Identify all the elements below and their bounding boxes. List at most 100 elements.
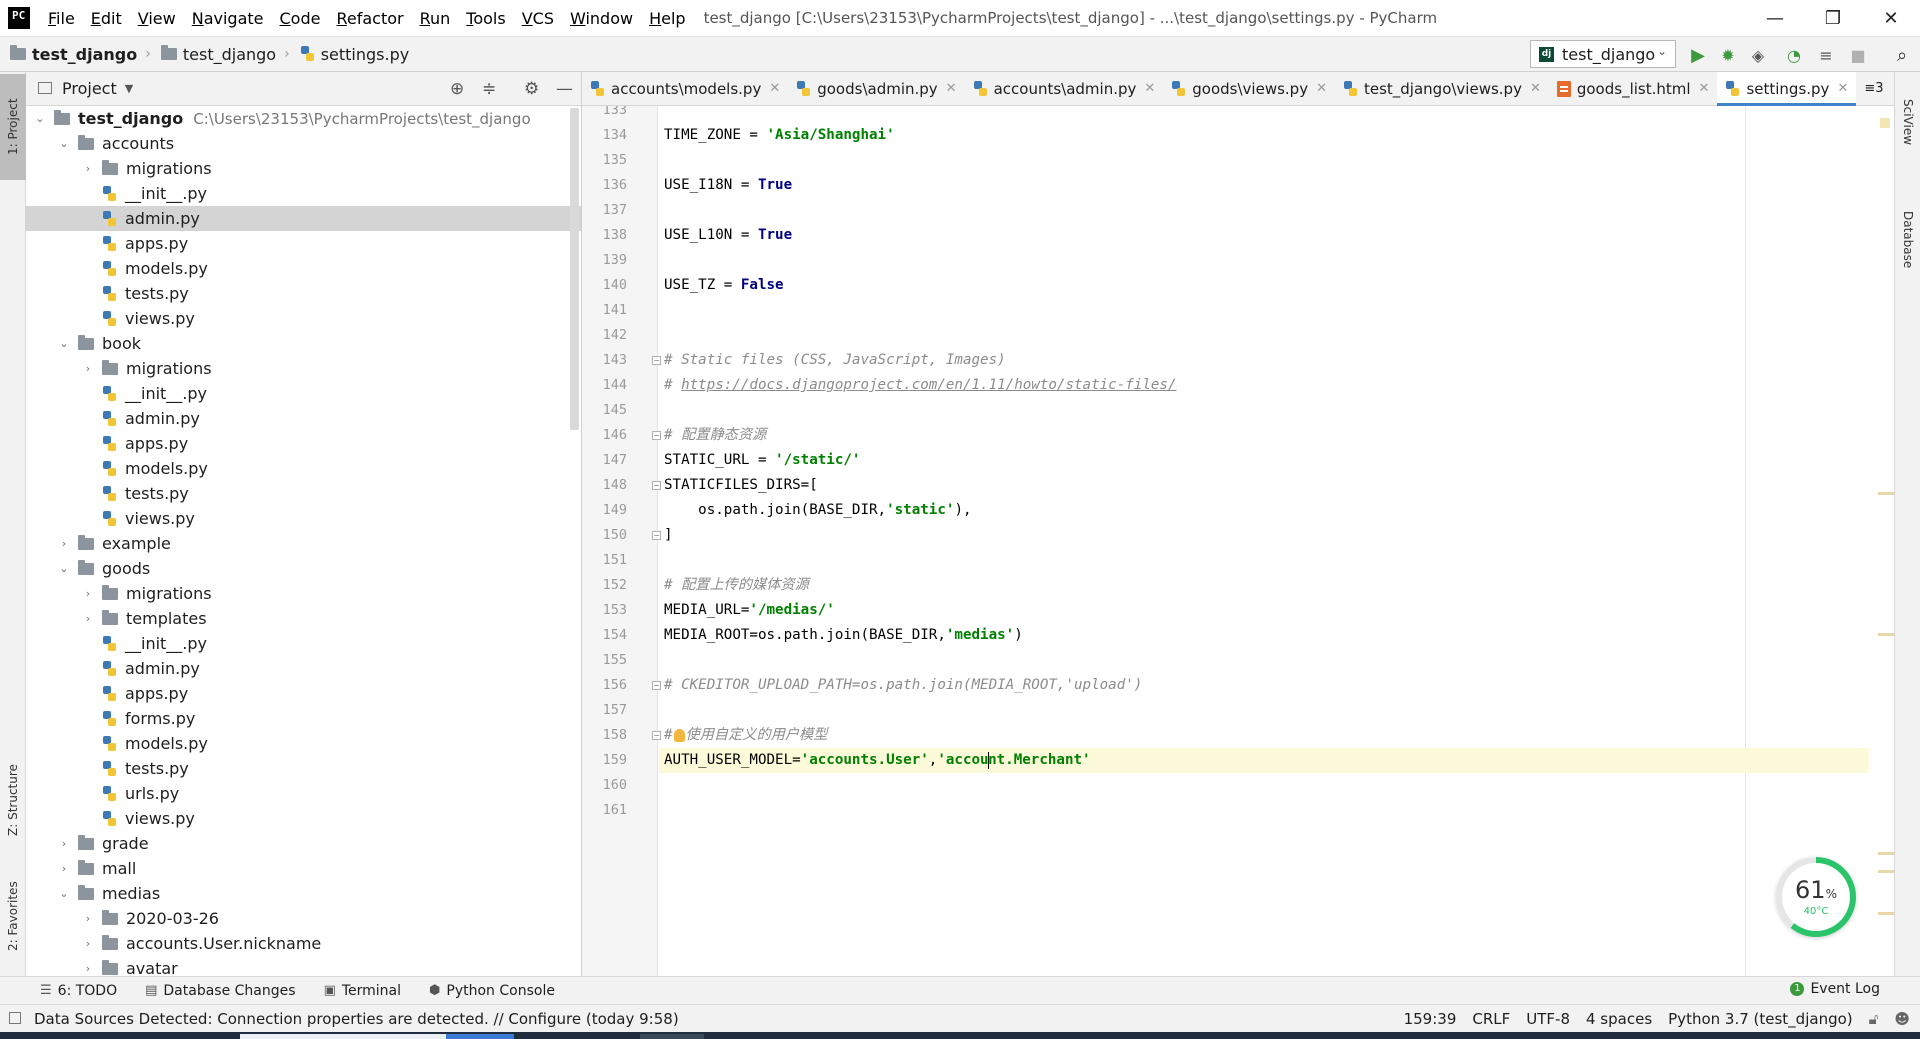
error-stripe-mark[interactable]	[1878, 633, 1894, 636]
tree-file[interactable]: ›models.py	[26, 456, 581, 481]
code-line[interactable]: USE_TZ = False	[664, 273, 784, 298]
tool-window-database[interactable]: Database	[1895, 190, 1920, 290]
code-line[interactable]: # 配置静态资源	[664, 423, 766, 448]
tool-window-project[interactable]: 1: Project	[0, 74, 26, 180]
menu-help[interactable]: Help	[641, 9, 693, 28]
tool-window-database-changes[interactable]: ▤ Database Changes	[145, 983, 295, 999]
breadcrumb-project[interactable]: test_django ›	[10, 45, 151, 64]
code-line[interactable]: # https://docs.djangoproject.com/en/1.11…	[664, 373, 1177, 398]
error-stripe-mark[interactable]	[1878, 912, 1894, 915]
inspector-icon[interactable]: ☻	[1894, 1010, 1910, 1028]
tree-folder[interactable]: › example	[26, 531, 581, 556]
tree-file[interactable]: ›urls.py	[26, 781, 581, 806]
tree-file[interactable]: ›views.py	[26, 506, 581, 531]
tree-file[interactable]: ›tests.py	[26, 281, 581, 306]
code-line[interactable]: STATICFILES_DIRS=[	[664, 473, 818, 498]
menu-vcs[interactable]: VCS	[514, 9, 562, 28]
event-log-button[interactable]: 1 Event Log	[1790, 981, 1880, 997]
tree-file[interactable]: ›tests.py	[26, 756, 581, 781]
chevron-down-icon[interactable]: ⌄	[56, 137, 72, 150]
concurrency-icon[interactable]: ≡	[1816, 45, 1836, 65]
close-tab-icon[interactable]: ✕	[1316, 81, 1327, 96]
menu-tools[interactable]: Tools	[458, 9, 513, 28]
editor-tab[interactable]: accounts\admin.py ✕	[965, 72, 1164, 106]
caret-position[interactable]: 159:39	[1404, 1010, 1457, 1028]
editor-tab[interactable]: test_django\views.py ✕	[1335, 72, 1549, 106]
code-line[interactable]: os.path.join(BASE_DIR,'static'),	[664, 498, 971, 523]
chevron-right-icon[interactable]: ›	[80, 612, 96, 625]
tree-file[interactable]: ›__init__.py	[26, 631, 581, 656]
menu-edit[interactable]: Edit	[83, 9, 130, 28]
code-line[interactable]: STATIC_URL = '/static/'	[664, 448, 860, 473]
tab-overflow-button[interactable]: ≡3	[1856, 72, 1891, 106]
error-stripe-mark[interactable]	[1878, 492, 1894, 495]
tree-file[interactable]: ›forms.py	[26, 706, 581, 731]
tree-folder[interactable]: › migrations	[26, 156, 581, 181]
run-configuration-select[interactable]: dj test_django ⌄	[1530, 40, 1676, 68]
close-button[interactable]: ✕	[1862, 0, 1920, 36]
chevron-right-icon[interactable]: ›	[56, 837, 72, 850]
coverage-icon[interactable]: ◈	[1748, 45, 1768, 65]
editor-gutter[interactable]: 133 134 135 136 137 138 139 140 141 142 143 − 144 145…	[582, 106, 661, 976]
menu-file[interactable]: File	[40, 9, 83, 28]
close-tab-icon[interactable]: ✕	[1699, 81, 1710, 96]
minimize-button[interactable]: —	[1746, 0, 1804, 36]
tree-file[interactable]: ›models.py	[26, 731, 581, 756]
chevron-down-icon[interactable]: ⌄	[32, 112, 48, 125]
tool-window-todo[interactable]: ☰ 6: TODO	[40, 983, 117, 999]
inspection-status-icon[interactable]	[1880, 118, 1890, 128]
close-tab-icon[interactable]: ✕	[769, 81, 780, 96]
tree-file[interactable]: ›admin.py	[26, 406, 581, 431]
chevron-down-icon[interactable]: ⌄	[56, 887, 72, 900]
tool-window-terminal[interactable]: ▣ Terminal	[324, 983, 401, 999]
tool-windows-toggle-icon[interactable]	[9, 1012, 21, 1024]
tree-file[interactable]: ›apps.py	[26, 681, 581, 706]
menu-refactor[interactable]: Refactor	[328, 9, 411, 28]
file-encoding[interactable]: UTF-8	[1526, 1010, 1570, 1028]
debug-icon[interactable]: ✹	[1718, 45, 1738, 65]
tree-file[interactable]: ›apps.py	[26, 231, 581, 256]
code-line[interactable]: MEDIA_URL='/medias/'	[664, 598, 835, 623]
chevron-right-icon[interactable]: ›	[80, 912, 96, 925]
tree-folder[interactable]: › templates	[26, 606, 581, 631]
tree-folder[interactable]: › migrations	[26, 356, 581, 381]
code-line[interactable]: USE_L10N = True	[664, 223, 792, 248]
tree-folder[interactable]: › migrations	[26, 581, 581, 606]
tree-folder[interactable]: ⌄ medias	[26, 881, 581, 906]
tree-file[interactable]: ›models.py	[26, 256, 581, 281]
restore-button[interactable]: ❐	[1804, 0, 1862, 36]
lock-icon[interactable]: 🔓︎	[1869, 1010, 1879, 1028]
tool-window-structure[interactable]: Z: Structure	[0, 740, 26, 860]
collapse-all-icon[interactable]: ≑	[482, 79, 496, 99]
menu-navigate[interactable]: Navigate	[184, 9, 272, 28]
tree-file[interactable]: ›admin.py	[26, 656, 581, 681]
fold-marker-icon[interactable]: −	[652, 481, 661, 490]
chevron-right-icon[interactable]: ›	[56, 862, 72, 875]
tree-file[interactable]: ›admin.py	[26, 206, 581, 231]
chevron-right-icon[interactable]: ›	[80, 362, 96, 375]
chevron-down-icon[interactable]: ⌄	[56, 562, 72, 575]
chevron-right-icon[interactable]: ›	[56, 537, 72, 550]
close-tab-icon[interactable]: ✕	[1837, 81, 1848, 96]
line-separator[interactable]: CRLF	[1472, 1010, 1510, 1028]
tree-file[interactable]: ›views.py	[26, 306, 581, 331]
code-line[interactable]: # 配置上传的媒体资源	[664, 573, 809, 598]
indent-setting[interactable]: 4 spaces	[1586, 1010, 1652, 1028]
tree-file[interactable]: ›__init__.py	[26, 381, 581, 406]
gear-icon[interactable]: ⚙	[524, 79, 539, 99]
fold-marker-icon[interactable]: −	[652, 731, 661, 740]
error-stripe-mark[interactable]	[1878, 870, 1894, 873]
menu-code[interactable]: Code	[272, 9, 329, 28]
tree-file[interactable]: ›views.py	[26, 806, 581, 831]
tree-folder[interactable]: › mall	[26, 856, 581, 881]
chevron-right-icon[interactable]: ›	[80, 162, 96, 175]
tree-folder[interactable]: › accounts.User.nickname	[26, 931, 581, 956]
code-line[interactable]: # Static files (CSS, JavaScript, Images)	[664, 348, 1006, 373]
menu-view[interactable]: View	[130, 9, 184, 28]
tool-window-favorites[interactable]: 2: Favorites	[0, 868, 26, 964]
chevron-right-icon[interactable]: ›	[80, 587, 96, 600]
editor-tab[interactable]: goods_list.html ✕	[1549, 72, 1718, 106]
intention-bulb-icon[interactable]	[673, 728, 685, 742]
status-message[interactable]: Data Sources Detected: Connection proper…	[34, 1010, 679, 1028]
run-icon[interactable]: ▶	[1688, 45, 1708, 66]
